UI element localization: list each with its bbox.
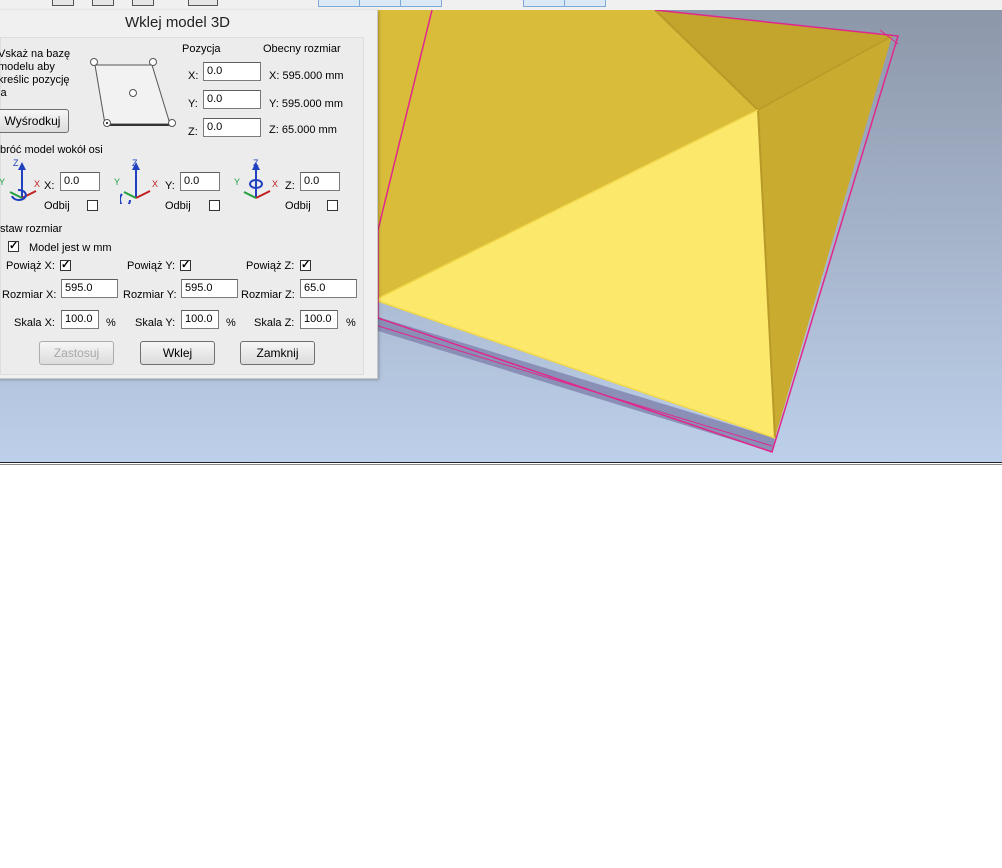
- scale-x-unit: %: [106, 317, 116, 329]
- paste-3d-model-dialog: Wklej model 3D Vskaż na bazę modelu aby …: [0, 10, 378, 379]
- scale-y-unit: %: [226, 317, 236, 329]
- size-y-label: Rozmiar Y:: [123, 289, 177, 301]
- size-x-label: Rozmiar X:: [2, 289, 57, 301]
- link-y-label: Powiąż Y:: [127, 260, 176, 272]
- current-size-header: Obecny rozmiar: [263, 43, 341, 55]
- paste-button[interactable]: Wklej: [140, 341, 215, 365]
- link-y-checkbox[interactable]: ✓: [180, 260, 191, 271]
- link-z-checkbox[interactable]: ✓: [300, 260, 311, 271]
- viewport-border: [0, 462, 1002, 463]
- base-point-radio-top-left[interactable]: [90, 58, 98, 66]
- close-button[interactable]: Zamknij: [240, 341, 315, 365]
- link-x-checkbox[interactable]: ✓: [60, 260, 71, 271]
- rotate-x-label: X:: [44, 180, 55, 192]
- toolbar-button[interactable]: [523, 0, 565, 7]
- toolbar-button[interactable]: [132, 0, 154, 6]
- instruction-text: Vskaż na bazę modelu aby kreślic pozycję…: [0, 48, 70, 100]
- scale-x-input[interactable]: 100.0: [61, 310, 99, 329]
- toolbar-button[interactable]: [564, 0, 606, 7]
- base-point-radio-top-right[interactable]: [149, 58, 157, 66]
- center-button[interactable]: Wyśrodkuj: [0, 109, 69, 133]
- toolbar-strip: [0, 0, 1002, 10]
- position-x-label: X:: [188, 70, 199, 82]
- base-point-radio-center[interactable]: [129, 89, 137, 97]
- base-point-radio-bottom-right[interactable]: [168, 119, 176, 127]
- rotate-header: bróć model wokół osi: [0, 144, 103, 156]
- link-z-label: Powiąż Z:: [246, 260, 295, 272]
- size-y-input[interactable]: 595.0: [181, 279, 238, 298]
- toolbar-button[interactable]: [400, 0, 442, 7]
- base-point-radio-bottom-left[interactable]: [103, 119, 111, 127]
- model-in-mm-checkbox[interactable]: ✓: [8, 241, 19, 252]
- size-x-input[interactable]: 595.0: [61, 279, 118, 298]
- position-y-label: Y:: [188, 98, 198, 110]
- axis-x-letter: X: [34, 179, 41, 189]
- instruction-line: la: [0, 87, 7, 99]
- scale-y-label: Skala Y:: [135, 317, 176, 329]
- axis-y-letter: Y: [0, 177, 6, 187]
- position-x-input[interactable]: 0.0: [203, 62, 261, 81]
- rotate-x-input[interactable]: 0.0: [60, 172, 100, 191]
- current-size-x: X: 595.000 mm: [269, 70, 344, 82]
- mirror-z-checkbox[interactable]: [327, 200, 338, 211]
- mirror-x-label: Odbij: [44, 200, 70, 212]
- instruction-line: modelu aby: [0, 61, 55, 73]
- toolbar-button[interactable]: [52, 0, 74, 6]
- position-z-input[interactable]: 0.0: [203, 118, 261, 137]
- instruction-line: kreślic pozycję: [0, 74, 70, 86]
- scale-z-unit: %: [346, 317, 356, 329]
- size-z-label: Rozmiar Z:: [241, 289, 295, 301]
- rotate-z-input[interactable]: 0.0: [300, 172, 340, 191]
- axis-y-letter: Y: [234, 177, 241, 187]
- axis-y-letter: Y: [114, 177, 121, 187]
- axis-x-letter: X: [152, 179, 159, 189]
- current-size-y: Y: 595.000 mm: [269, 98, 343, 110]
- scale-y-input[interactable]: 100.0: [181, 310, 219, 329]
- model-in-mm-label: Model jest w mm: [29, 242, 112, 254]
- apply-button[interactable]: Zastosuj: [39, 341, 114, 365]
- toolbar-dropdown[interactable]: [188, 0, 218, 6]
- current-size-z: Z: 65.000 mm: [269, 124, 337, 136]
- rotate-y-input[interactable]: 0.0: [180, 172, 220, 191]
- scale-z-label: Skala Z:: [254, 317, 295, 329]
- dialog-title: Wklej model 3D: [124, 14, 231, 31]
- toolbar-button[interactable]: [359, 0, 401, 7]
- toolbar-button[interactable]: [318, 0, 360, 7]
- size-z-input[interactable]: 65.0: [300, 279, 357, 298]
- viewport-border: [0, 464, 1002, 465]
- rotate-z-label: Z:: [285, 180, 295, 192]
- rotate-y-axis-icon: [120, 162, 151, 204]
- axis-z-letter: Z: [253, 158, 259, 168]
- mirror-z-label: Odbij: [285, 200, 311, 212]
- mirror-y-checkbox[interactable]: [209, 200, 220, 211]
- link-x-label: Powiąż X:: [6, 260, 55, 272]
- mirror-y-label: Odbij: [165, 200, 191, 212]
- position-z-label: Z:: [188, 126, 198, 138]
- axis-x-letter: X: [272, 179, 279, 189]
- axis-z-letter: Z: [13, 158, 19, 168]
- scale-z-input[interactable]: 100.0: [300, 310, 338, 329]
- axis-z-letter: Z: [132, 158, 138, 168]
- rotate-y-label: Y:: [165, 180, 175, 192]
- position-y-input[interactable]: 0.0: [203, 90, 261, 109]
- toolbar-button[interactable]: [92, 0, 114, 6]
- scale-x-label: Skala X:: [14, 317, 55, 329]
- position-header: Pozycja: [182, 43, 221, 55]
- mirror-x-checkbox[interactable]: [87, 200, 98, 211]
- resize-header: staw rozmiar: [0, 223, 63, 235]
- instruction-line: Vskaż na bazę: [0, 48, 71, 60]
